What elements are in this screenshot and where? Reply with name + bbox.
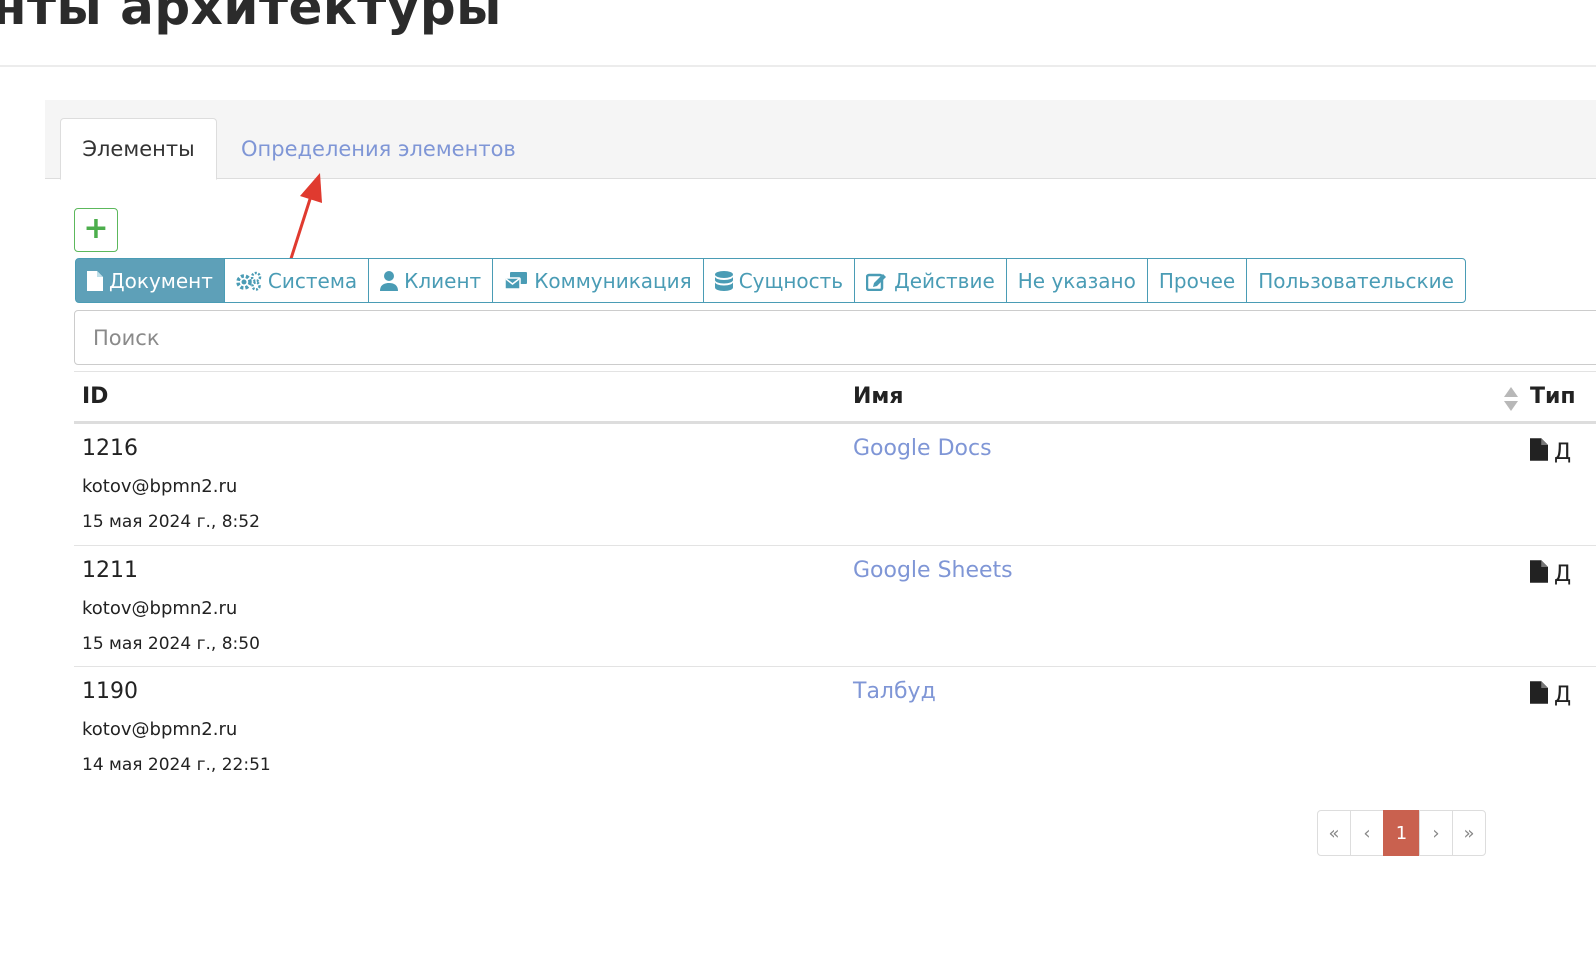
row-name-link[interactable]: Google Docs — [853, 436, 992, 461]
filter-entity[interactable]: Сущность — [702, 258, 856, 303]
filter-unspecified[interactable]: Не указано — [1005, 258, 1148, 303]
row-type: Д — [1530, 438, 1571, 467]
filter-label: Клиент — [404, 268, 482, 293]
user-icon — [380, 270, 399, 291]
row-date: 14 мая 2024 г., 22:51 — [82, 755, 271, 775]
filter-label: Пользовательские — [1258, 268, 1454, 293]
filter-client[interactable]: Клиент — [368, 258, 494, 303]
page-title: нты архитектуры — [0, 0, 502, 36]
envelope-icon — [504, 271, 528, 291]
filter-other[interactable]: Прочее — [1146, 258, 1248, 303]
file-icon — [1530, 681, 1548, 710]
filter-label: Документ — [109, 268, 213, 293]
type-filter-group: Документ Система Клиент Коммуникация Сущ… — [75, 258, 1466, 303]
row-type: Д — [1530, 560, 1571, 589]
filter-document[interactable]: Документ — [75, 258, 225, 303]
column-header-id[interactable]: ID — [82, 384, 108, 409]
filter-action[interactable]: Действие — [854, 258, 1007, 303]
table-row: 1211 kotov@bpmn2.ru 15 мая 2024 г., 8:50… — [74, 546, 1596, 667]
file-icon — [1530, 560, 1548, 589]
row-date: 15 мая 2024 г., 8:52 — [82, 512, 260, 532]
prev-page-button[interactable]: ‹ — [1350, 810, 1384, 856]
row-type: Д — [1530, 681, 1571, 710]
gears-icon — [236, 271, 262, 291]
row-type-label: Д — [1554, 440, 1572, 465]
file-icon — [87, 270, 103, 291]
add-button[interactable]: + — [74, 208, 118, 252]
page-1-button[interactable]: 1 — [1383, 810, 1420, 856]
tab-element-definitions[interactable]: Определения элементов — [241, 118, 516, 180]
database-icon — [714, 270, 733, 291]
header-divider — [0, 65, 1596, 67]
row-id: 1211 — [82, 558, 138, 583]
table-row: 1216 kotov@bpmn2.ru 15 мая 2024 г., 8:52… — [74, 424, 1596, 545]
filter-label: Действие — [894, 268, 995, 293]
row-name-link[interactable]: Google Sheets — [853, 558, 1013, 583]
edit-icon — [866, 271, 888, 291]
filter-label: Не указано — [1017, 268, 1136, 293]
column-header-name[interactable]: Имя — [853, 384, 904, 409]
tab-elements[interactable]: Элементы — [60, 118, 217, 180]
tabs-panel: Элементы Определения элементов — [45, 100, 1596, 180]
table-top-border — [74, 371, 1596, 372]
row-id: 1216 — [82, 436, 138, 461]
row-author: kotov@bpmn2.ru — [82, 476, 238, 497]
filter-custom[interactable]: Пользовательские — [1246, 258, 1466, 303]
row-date: 15 мая 2024 г., 8:50 — [82, 634, 260, 654]
filter-label: Сущность — [738, 268, 844, 293]
first-page-button[interactable]: « — [1317, 810, 1351, 856]
row-type-label: Д — [1554, 562, 1572, 587]
next-page-button[interactable]: › — [1419, 810, 1453, 856]
last-page-button[interactable]: » — [1452, 810, 1486, 856]
search-input[interactable] — [74, 310, 1596, 365]
row-type-label: Д — [1554, 683, 1572, 708]
filter-label: Коммуникация — [534, 268, 692, 293]
table-row: 1190 kotov@bpmn2.ru 14 мая 2024 г., 22:5… — [74, 667, 1596, 788]
row-name-link[interactable]: Талбуд — [853, 679, 936, 704]
file-icon — [1530, 438, 1548, 467]
row-author: kotov@bpmn2.ru — [82, 719, 238, 740]
filter-label: Прочее — [1158, 268, 1236, 293]
row-author: kotov@bpmn2.ru — [82, 598, 238, 619]
filter-label: Система — [267, 268, 358, 293]
filter-communication[interactable]: Коммуникация — [492, 258, 704, 303]
pagination: « ‹ 1 › » — [1317, 810, 1486, 856]
filter-system[interactable]: Система — [223, 258, 370, 303]
row-id: 1190 — [82, 679, 138, 704]
plus-icon: + — [83, 211, 109, 246]
sort-icon[interactable] — [1503, 386, 1519, 412]
column-header-type[interactable]: Тип — [1530, 384, 1576, 409]
